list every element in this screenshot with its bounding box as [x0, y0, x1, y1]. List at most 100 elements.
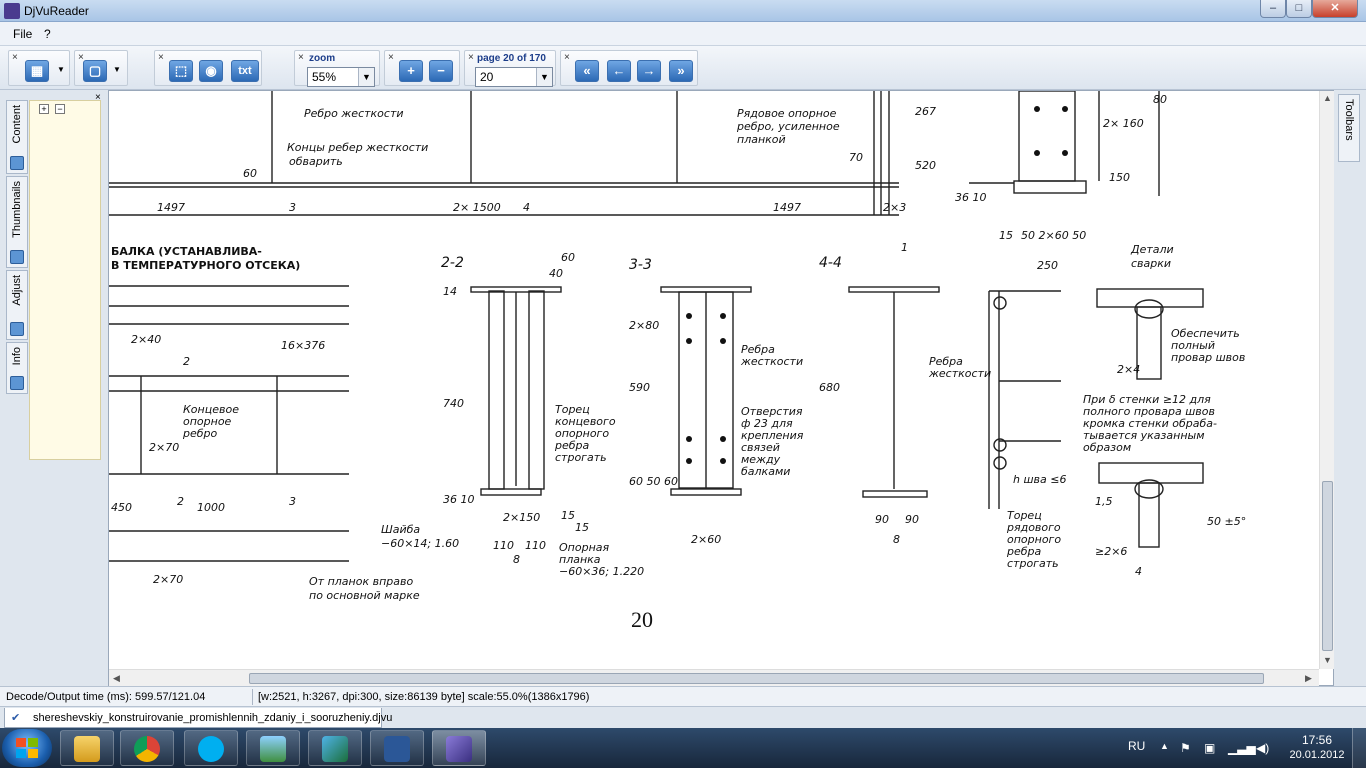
toolbar-group-page: × ▢ ▼	[74, 50, 128, 86]
word-icon	[384, 736, 410, 762]
menu-bar: File ?	[0, 22, 1366, 46]
section-mark: 2	[183, 355, 190, 368]
vertical-scroll-thumb[interactable]	[1322, 481, 1333, 651]
taskbar-chrome[interactable]	[120, 730, 174, 766]
zoom-in-button[interactable]: +	[399, 60, 423, 82]
close-button[interactable]: ✕	[1312, 0, 1358, 18]
taskbar-word[interactable]	[370, 730, 424, 766]
text-mode-button[interactable]: txt	[231, 60, 259, 82]
vertical-scrollbar[interactable]: ▲ ▼	[1319, 91, 1334, 669]
title-bar: DjVuReader – □ ✕	[0, 0, 1366, 22]
drawing-label: Концы ребер жесткости	[287, 141, 428, 154]
snapshot-icon[interactable]: ◉	[199, 60, 223, 82]
tab-toolbars[interactable]: Toolbars	[1338, 94, 1360, 162]
drawing-label: БАЛКА (УСТАНАВЛИВА-	[111, 245, 262, 258]
page-layout-icon[interactable]: ▢	[83, 60, 107, 82]
tab-info[interactable]: Info	[6, 342, 28, 394]
toolbar-close-icon[interactable]: ×	[388, 53, 394, 63]
menu-file[interactable]: File	[13, 27, 32, 41]
toolbar-close-icon[interactable]: ×	[468, 53, 474, 63]
chevron-down-icon[interactable]: ▼	[105, 60, 129, 82]
tab-adjust[interactable]: Adjust	[6, 270, 28, 340]
tab-adjust-label: Adjust	[11, 275, 23, 306]
taskbar-djvureader[interactable]	[432, 730, 486, 766]
document-view[interactable]: Ребро жесткости Концы ребер жесткости об…	[108, 90, 1334, 686]
network-icon[interactable]: ▁▃▅	[1228, 741, 1256, 755]
start-button[interactable]	[2, 729, 52, 767]
adjust-icon	[10, 322, 24, 336]
dimension-label: 2×70	[153, 573, 183, 586]
toolbar-close-icon[interactable]: ×	[12, 53, 18, 63]
dimension-label: 2×70	[149, 441, 179, 454]
scroll-right-icon[interactable]: ▶	[1305, 673, 1312, 684]
language-indicator[interactable]: RU	[1128, 739, 1145, 753]
status-page-info: [w:2521, h:3267, dpi:300, size:86139 byt…	[258, 691, 590, 703]
drawing-label: В ТЕМПЕРАТУРНОГО ОТСЕКА)	[111, 259, 300, 272]
section-mark: 4	[523, 201, 530, 214]
dimension-label: 90	[875, 513, 889, 526]
first-page-button[interactable]: «	[575, 60, 599, 82]
dimension-label: 8	[513, 553, 520, 566]
dimension-label: 2×60	[691, 533, 721, 546]
drawing-label: строгать	[1007, 557, 1059, 570]
zoom-select[interactable]: 55% ▼	[307, 67, 375, 87]
continuous-view-icon[interactable]: ▦	[25, 60, 49, 82]
dimension-label: ≥2×6	[1095, 545, 1127, 558]
drawing-label: по основной марке	[309, 589, 420, 602]
tray-expand-icon[interactable]: ▲	[1160, 741, 1169, 751]
taskbar-skype[interactable]	[184, 730, 238, 766]
flag-icon[interactable]: ⚑	[1180, 741, 1191, 755]
page-drawing: Ребро жесткости Концы ребер жесткости об…	[109, 91, 1246, 632]
dimension-label: 2×40	[131, 333, 161, 346]
next-page-button[interactable]: →	[637, 60, 661, 82]
chrome-icon	[134, 736, 160, 762]
menu-help[interactable]: ?	[44, 27, 51, 41]
taskbar: RU ▲ ⚑ ▣ ▁▃▅ ◀) 17:56 20.01.2012	[0, 728, 1366, 768]
file-tab[interactable]: ✔ shereshevskiy_konstruirovanie_promishl…	[4, 708, 392, 728]
horizontal-scroll-thumb[interactable]	[249, 673, 1264, 684]
toolbar-group-view: × ▦ ▼	[8, 50, 70, 86]
taskbar-explorer[interactable]	[60, 730, 114, 766]
prev-page-button[interactable]: ←	[607, 60, 631, 82]
toolbar-close-icon[interactable]: ×	[564, 53, 570, 63]
skype-icon	[198, 736, 224, 762]
scroll-down-icon[interactable]: ▼	[1323, 655, 1332, 665]
toolbar-close-icon[interactable]: ×	[158, 53, 164, 63]
tab-toolbars-label: Toolbars	[1343, 99, 1355, 141]
chevron-down-icon[interactable]: ▼	[536, 68, 552, 86]
clock-date[interactable]: 20.01.2012	[1282, 749, 1352, 761]
dimension-label: 150	[1109, 171, 1130, 184]
show-desktop-button[interactable]	[1352, 728, 1366, 768]
toolbar-group-zoom-buttons: × + −	[384, 50, 460, 86]
chevron-down-icon[interactable]: ▼	[358, 68, 374, 86]
maximize-button[interactable]: □	[1286, 0, 1312, 18]
volume-icon[interactable]: ◀)	[1256, 741, 1269, 755]
dimension-label: 60	[243, 167, 257, 180]
scroll-left-icon[interactable]: ◀	[113, 673, 120, 684]
last-page-button[interactable]: »	[669, 60, 693, 82]
page-select[interactable]: 20 ▼	[475, 67, 553, 87]
drawing-label: обварить	[289, 155, 343, 168]
scroll-up-icon[interactable]: ▲	[1323, 93, 1332, 103]
drawing-label: От планок вправо	[309, 575, 413, 588]
taskbar-photos[interactable]	[246, 730, 300, 766]
sidebar: × Content Thumbnails Adjust Info + −	[0, 90, 108, 686]
collapse-all-button[interactable]: −	[55, 104, 65, 114]
content-icon	[10, 156, 24, 170]
tab-thumbnails[interactable]: Thumbnails	[6, 176, 28, 268]
select-region-icon[interactable]: ⬚	[169, 60, 193, 82]
toolbar-close-icon[interactable]: ×	[298, 53, 304, 63]
horizontal-scrollbar[interactable]: ◀ ▶	[109, 669, 1319, 686]
chevron-down-icon[interactable]: ▼	[49, 60, 73, 82]
photo-viewer-icon	[260, 736, 286, 762]
section-title: 2-2	[441, 255, 464, 271]
section-mark: 1	[901, 241, 908, 254]
device-icon[interactable]: ▣	[1204, 741, 1215, 755]
dimension-label: 80	[1153, 93, 1167, 106]
taskbar-quill[interactable]	[308, 730, 362, 766]
expand-all-button[interactable]: +	[39, 104, 49, 114]
tab-content[interactable]: Content	[6, 100, 28, 174]
minimize-button[interactable]: –	[1260, 0, 1286, 18]
clock-time[interactable]: 17:56	[1282, 733, 1352, 747]
zoom-out-button[interactable]: −	[429, 60, 453, 82]
